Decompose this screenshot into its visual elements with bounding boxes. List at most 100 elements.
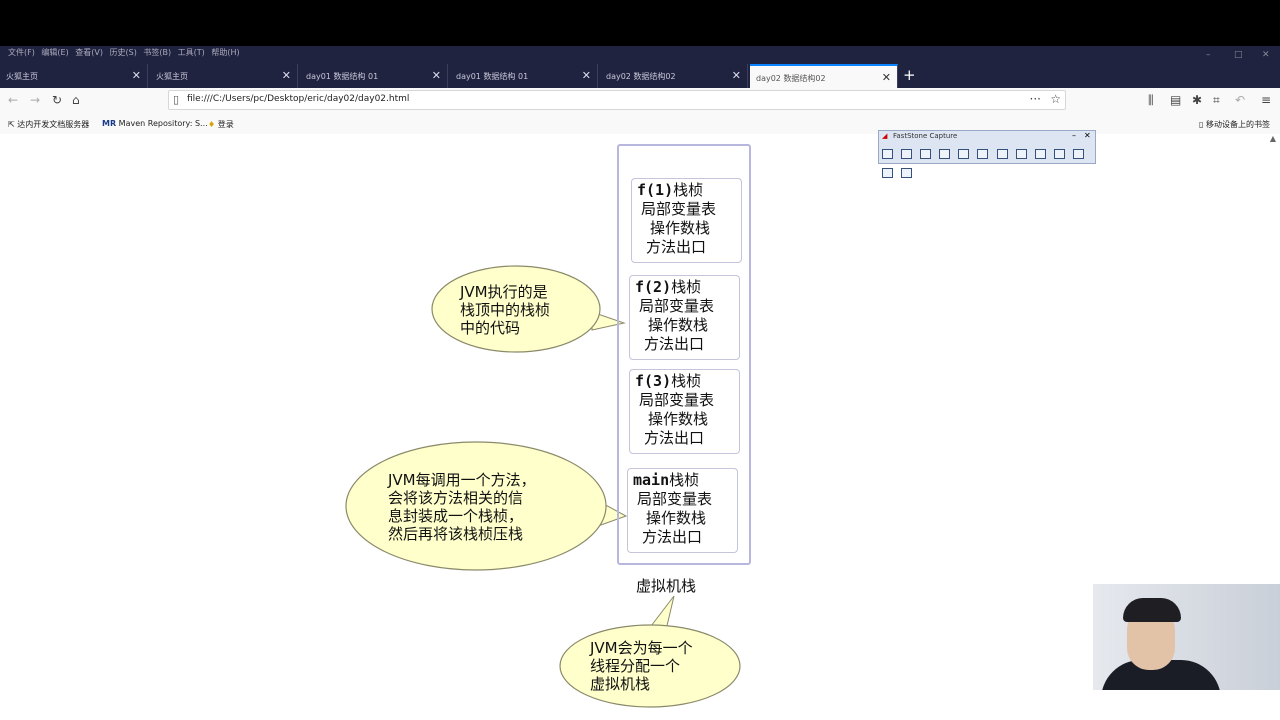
- menu-view[interactable]: 查看(V): [75, 46, 103, 60]
- faststone-title: FastStone Capture: [893, 132, 958, 140]
- capture-window-icon[interactable]: [901, 149, 913, 159]
- settings-icon[interactable]: [882, 168, 893, 178]
- capture-fullscreen-icon[interactable]: [977, 149, 989, 159]
- close-tab-icon[interactable]: ✕: [132, 69, 141, 82]
- stack-frame-f3: f(3)栈桢 局部变量表 操作数栈 方法出口: [629, 369, 740, 454]
- menu-bookmarks[interactable]: 书签(B): [143, 46, 171, 60]
- library-icon[interactable]: ⫼: [1148, 93, 1154, 108]
- faststone-close-icon[interactable]: ✕: [1084, 131, 1091, 140]
- bookmark-label: Maven Repository: S...: [118, 119, 208, 128]
- tab-bar: 火狐主页 ✕ 火狐主页 ✕ day01 数据结构 01 ✕ day01 数据结构…: [0, 64, 1280, 88]
- tab-label: day02 数据结构02: [606, 72, 676, 81]
- maven-icon: MR: [102, 119, 117, 128]
- bubble-line: JVM每调用一个方法，: [388, 471, 536, 489]
- frame-local-vars: 局部变量表: [637, 490, 713, 508]
- mobile-bookmarks-label: 移动设备上的书签: [1205, 120, 1270, 129]
- tab-day01-1[interactable]: day01 数据结构 01 ✕: [300, 64, 448, 88]
- frame-title: f(1)栈桢: [637, 181, 704, 199]
- maximize-window-icon[interactable]: □: [1234, 48, 1243, 62]
- tab-huohu-home-2[interactable]: 火狐主页 ✕: [150, 64, 298, 88]
- bubble-line: 栈顶中的栈桢: [460, 301, 551, 319]
- menu-help[interactable]: 帮助(H): [211, 46, 239, 60]
- page-info-icon[interactable]: ▯: [173, 93, 179, 106]
- menu-tools[interactable]: 工具(T): [178, 46, 205, 60]
- stack-frame-f1: f(1)栈桢 局部变量表 操作数栈 方法出口: [631, 178, 742, 263]
- minimize-window-icon[interactable]: –: [1206, 48, 1211, 62]
- bubble-line: JVM会为每一个: [590, 639, 693, 657]
- screenshot-icon[interactable]: ⌗: [1213, 93, 1220, 108]
- url-text[interactable]: file:///C:/Users/pc/Desktop/eric/day02/d…: [187, 94, 409, 104]
- close-tab-icon[interactable]: ✕: [732, 69, 741, 82]
- page-actions-icon[interactable]: ···: [1030, 92, 1041, 106]
- close-tab-icon[interactable]: ✕: [582, 69, 591, 82]
- menu-bar: 文件(F) 编辑(E) 查看(V) 历史(S) 书签(B) 工具(T) 帮助(H…: [0, 46, 1280, 64]
- bubble-line: 会将该方法相关的信: [388, 489, 524, 507]
- color-picker-icon[interactable]: [1072, 149, 1084, 159]
- frame-method-exit: 方法出口: [642, 528, 703, 546]
- faststone-capture-toolbar[interactable]: ◢ FastStone Capture – ✕: [878, 130, 1096, 178]
- forward-icon[interactable]: →: [30, 93, 40, 107]
- capture-scroll-icon[interactable]: [996, 149, 1008, 159]
- mobile-bookmarks[interactable]: ▯ 移动设备上的书签: [1199, 119, 1270, 130]
- tab-huohu-home-1[interactable]: 火狐主页 ✕: [0, 64, 148, 88]
- frame-title: f(2)栈桢: [635, 278, 702, 296]
- bubble-line: 线程分配一个: [590, 657, 681, 675]
- tab-day01-2[interactable]: day01 数据结构 01 ✕: [450, 64, 598, 88]
- navigation-bar: ← → ↻ ⌂ ▯ file:///C:/Users/pc/Desktop/er…: [0, 88, 1280, 114]
- close-tab-icon[interactable]: ✕: [282, 69, 291, 82]
- frame-operand-stack: 操作数栈: [648, 410, 709, 428]
- frame-local-vars: 局部变量表: [639, 391, 715, 409]
- bubble-line: 中的代码: [460, 319, 521, 337]
- faststone-minimize-icon[interactable]: –: [1072, 131, 1076, 140]
- black-top-bar: [0, 0, 1280, 46]
- capture-object-icon[interactable]: [920, 149, 932, 159]
- tab-label: day01 数据结构 01: [456, 72, 529, 81]
- menu-edit[interactable]: 编辑(E): [41, 46, 68, 60]
- home-icon[interactable]: ⌂: [72, 93, 80, 107]
- tab-day02-1[interactable]: day02 数据结构02 ✕: [600, 64, 748, 88]
- tab-day02-active[interactable]: day02 数据结构02 ✕: [750, 64, 898, 88]
- new-tab-icon[interactable]: +: [903, 66, 916, 84]
- capture-freehand-icon[interactable]: [958, 149, 970, 159]
- bookmark-docs[interactable]: ⇱ 达内开发文档服务器: [8, 119, 89, 130]
- tab-label: day01 数据结构 01: [306, 72, 379, 81]
- close-tab-icon[interactable]: ✕: [882, 71, 891, 84]
- menu-file[interactable]: 文件(F): [8, 46, 35, 60]
- url-bar[interactable]: ▯ file:///C:/Users/pc/Desktop/eric/day02…: [168, 90, 1066, 110]
- frame-title: main栈桢: [633, 471, 700, 489]
- undo-icon[interactable]: ↶: [1235, 93, 1245, 107]
- bookmark-label: 登录: [217, 120, 234, 129]
- bookmark-star-icon[interactable]: ☆: [1050, 92, 1061, 106]
- back-icon[interactable]: ←: [8, 93, 18, 107]
- capture-video-icon[interactable]: [1034, 149, 1046, 159]
- presenter-hair: [1123, 598, 1181, 622]
- magnifier-icon[interactable]: [1053, 149, 1065, 159]
- bookmark-label: 达内开发文档服务器: [17, 120, 90, 129]
- tab-label: 火狐主页: [6, 72, 38, 81]
- filter-icon[interactable]: [901, 168, 913, 178]
- close-tab-icon[interactable]: ✕: [432, 69, 441, 82]
- bubble-text-1: JVM执行的是 栈顶中的栈桢 中的代码: [460, 283, 550, 337]
- extension-icon[interactable]: ✱: [1192, 93, 1202, 107]
- mobile-icon: ▯: [1199, 120, 1204, 129]
- capture-rect-icon[interactable]: [939, 149, 951, 159]
- hamburger-menu-icon[interactable]: ≡: [1261, 93, 1271, 107]
- open-file-icon[interactable]: [882, 149, 893, 159]
- sidebar-icon[interactable]: ▤: [1170, 93, 1181, 107]
- bubble-line: 然后再将该栈桢压栈: [388, 525, 524, 543]
- bubble-line: 虚拟机栈: [590, 675, 651, 693]
- capture-fixed-icon[interactable]: [1015, 149, 1027, 159]
- bookmark-maven[interactable]: MR Maven Repository: S...: [102, 119, 208, 128]
- login-icon: ♦: [208, 120, 216, 129]
- frame-local-vars: 局部变量表: [641, 200, 717, 218]
- bubble-line: 息封装成一个栈桢，: [388, 507, 524, 525]
- stack-frame-main: main栈桢 局部变量表 操作数栈 方法出口: [627, 468, 738, 553]
- bookmark-login[interactable]: ♦ 登录: [208, 119, 234, 130]
- menu-history[interactable]: 历史(S): [110, 46, 137, 60]
- bookmark-docs-icon: ⇱: [8, 120, 15, 129]
- bubble-text-3: JVM会为每一个 线程分配一个 虚拟机栈: [590, 639, 693, 693]
- tab-label: day02 数据结构02: [756, 74, 826, 83]
- reload-icon[interactable]: ↻: [52, 93, 62, 107]
- close-window-icon[interactable]: ✕: [1262, 48, 1270, 62]
- bubble-text-2: JVM每调用一个方法， 会将该方法相关的信 息封装成一个栈桢， 然后再将该栈桢压…: [388, 471, 536, 543]
